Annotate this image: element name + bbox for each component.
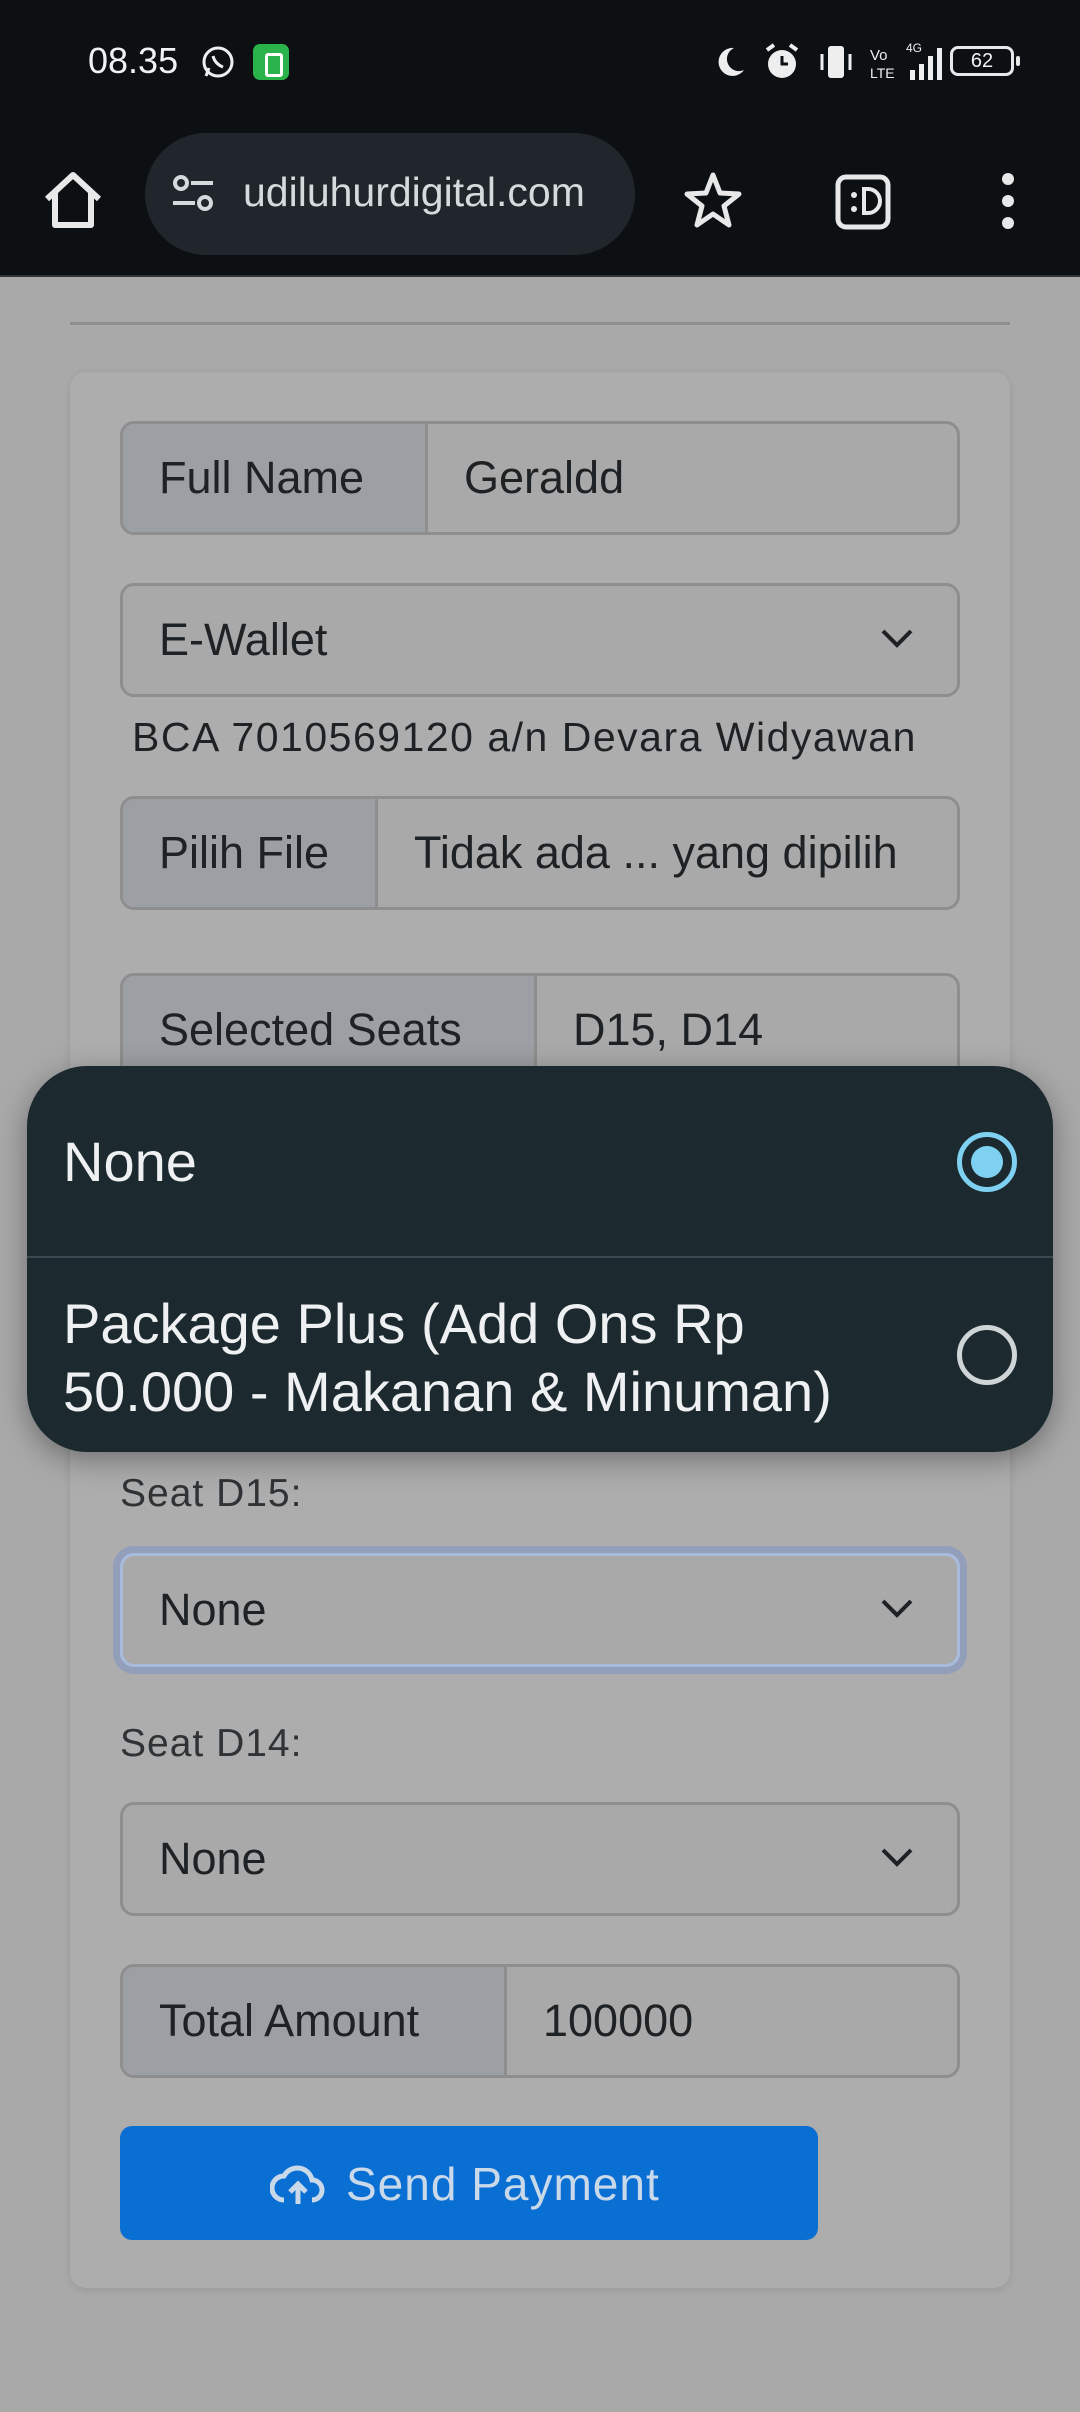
more-options-icon[interactable] (968, 161, 1048, 241)
full-name-group: Full Name Geraldd (120, 421, 960, 535)
divider (70, 322, 1010, 325)
tab-switcher-icon[interactable] (824, 161, 904, 241)
vibrate-icon (820, 46, 852, 78)
send-payment-label: Send Payment (346, 2158, 660, 2210)
option-package-plus-label: Package Plus (Add Ons Rp 50.000 - Makana… (63, 1292, 832, 1423)
signal-icon: 4G (906, 41, 942, 80)
notification-app-icon (253, 44, 289, 80)
moon-icon (718, 47, 744, 76)
file-upload-group[interactable]: Pilih File Tidak ada ... yang dipilih (120, 796, 960, 910)
radio-selected-icon[interactable] (957, 1132, 1017, 1192)
status-bar: 08.35 Vo LTE 4G 62 (0, 0, 1080, 125)
url-text[interactable]: udiluhurdigital.com (243, 169, 623, 216)
seat-d15-label: Seat D15: (120, 1472, 303, 1515)
svg-text:4G: 4G (906, 41, 922, 55)
bookmark-star-icon[interactable] (673, 161, 753, 241)
home-icon[interactable] (33, 161, 113, 241)
radio-unselected-icon[interactable] (957, 1325, 1017, 1385)
whatsapp-icon (202, 46, 234, 78)
status-icons: Vo LTE 4G 62 (660, 36, 1080, 88)
bank-account-info: BCA 7010569120 a/n Devara Widyawan (132, 714, 917, 760)
send-payment-button[interactable]: Send Payment (120, 2126, 818, 2240)
seat-d14-select[interactable]: None (120, 1802, 960, 1916)
volte-icon: Vo LTE (870, 47, 895, 81)
cloud-upload-icon (270, 2165, 325, 2204)
svg-text:LTE: LTE (870, 65, 895, 81)
full-name-label: Full Name (123, 424, 428, 532)
svg-text:Vo: Vo (870, 47, 888, 64)
chevron-down-icon (881, 1848, 913, 1867)
chevron-down-icon (881, 1599, 913, 1618)
choose-file-button[interactable]: Pilih File (123, 799, 378, 907)
seat-package-dropdown-popup: None Package Plus (Add Ons Rp 50.000 - M… (27, 1066, 1053, 1452)
payment-method-select[interactable]: E-Wallet (120, 583, 960, 697)
total-amount-input[interactable]: 100000 (507, 1967, 957, 2075)
address-bar[interactable]: udiluhurdigital.com (145, 133, 635, 255)
seat-d14-label: Seat D14: (120, 1722, 303, 1765)
alarm-icon (765, 43, 799, 78)
battery-icon: 62 (950, 46, 1020, 76)
browser-toolbar: udiluhurdigital.com (0, 125, 1080, 277)
seat-d15-select[interactable]: None (120, 1553, 960, 1667)
seat-d15-value: None (159, 1584, 267, 1635)
full-name-input[interactable]: Geraldd (428, 424, 957, 532)
file-status-text: Tidak ada ... yang dipilih (414, 827, 898, 878)
site-settings-icon[interactable] (165, 163, 225, 223)
option-none[interactable]: None (27, 1066, 1053, 1258)
seat-d14-value: None (159, 1833, 267, 1884)
status-time: 08.35 (88, 40, 179, 81)
option-package-plus[interactable]: Package Plus (Add Ons Rp 50.000 - Makana… (27, 1260, 1053, 1452)
payment-method-value: E-Wallet (159, 614, 328, 665)
option-none-label: None (63, 1130, 197, 1193)
chevron-down-icon (881, 629, 913, 648)
total-amount-label: Total Amount (123, 1967, 507, 2075)
total-amount-group: Total Amount 100000 (120, 1964, 960, 2078)
